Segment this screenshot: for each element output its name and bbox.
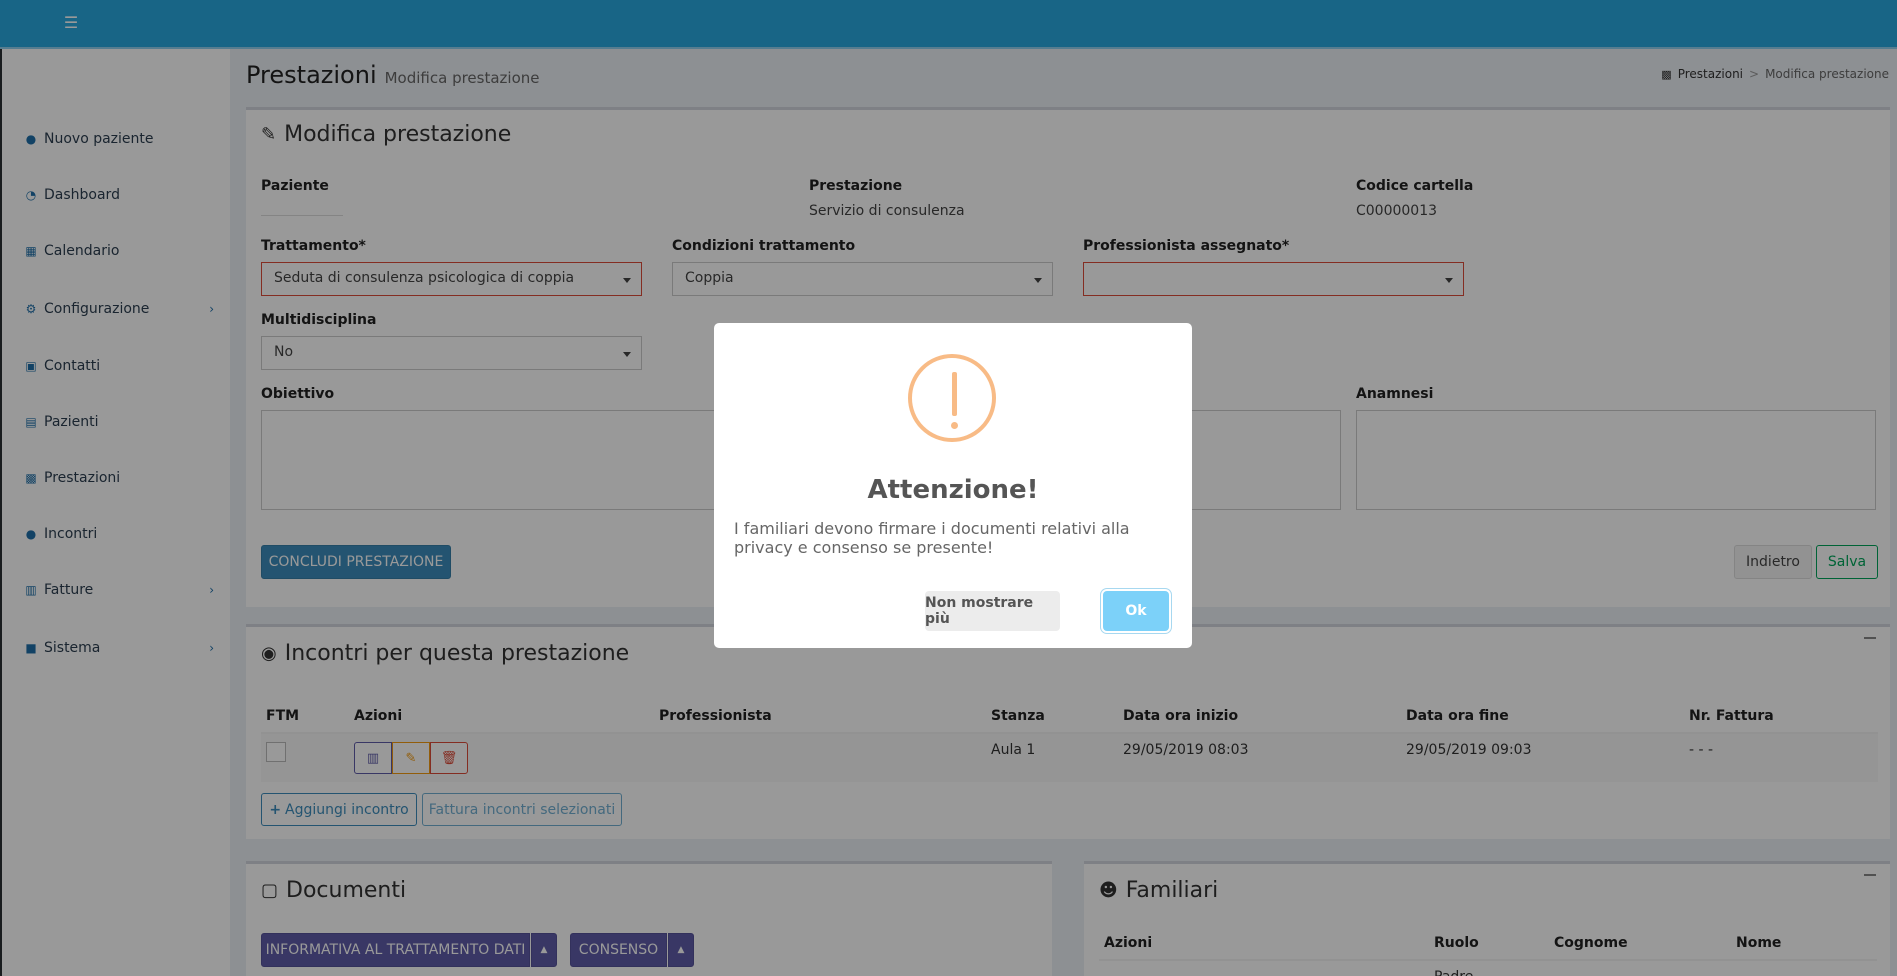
warning-icon	[908, 354, 996, 442]
non-mostrare-piu-button[interactable]: Non mostrare più	[925, 591, 1060, 631]
warning-icon-dot	[951, 422, 958, 429]
alert-dialog: Attenzione! I familiari devono firmare i…	[714, 323, 1192, 648]
dialog-message: I familiari devono firmare i documenti r…	[734, 519, 1130, 557]
warning-icon-bar	[952, 372, 957, 416]
ok-button[interactable]: Ok	[1103, 591, 1169, 631]
dialog-title: Attenzione!	[867, 475, 1039, 505]
